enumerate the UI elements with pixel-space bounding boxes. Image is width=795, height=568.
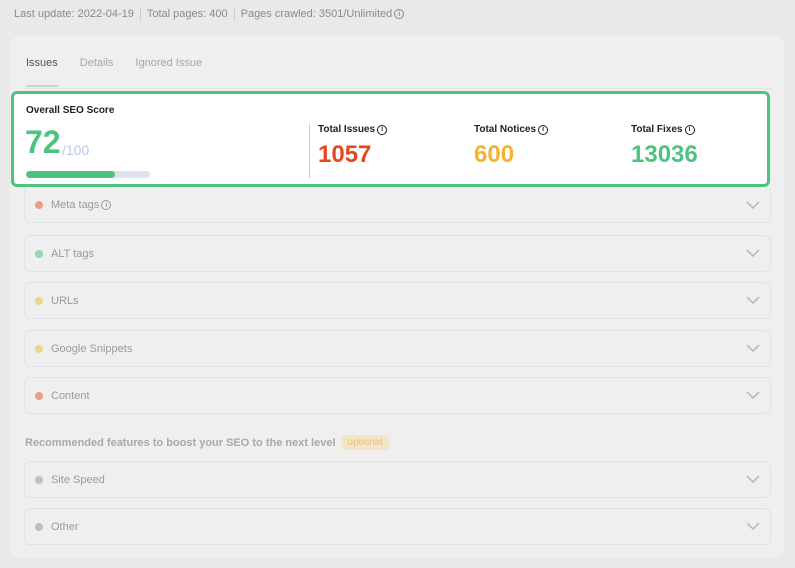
status-dot <box>35 391 43 400</box>
category-row-site-speed[interactable]: Site Speed <box>24 461 771 498</box>
chevron-down-icon[interactable] <box>746 521 760 531</box>
total-fixes-stat: Total Fixes i 13036 <box>631 124 698 169</box>
category-label: Meta tags <box>51 199 100 211</box>
chevron-down-icon[interactable] <box>746 295 760 305</box>
score-max: /100 <box>62 142 90 158</box>
meta-divider <box>139 7 141 21</box>
chevron-down-icon[interactable] <box>746 390 760 400</box>
total-fixes-value: 13036 <box>631 141 698 168</box>
status-dot <box>35 522 43 531</box>
last-update-text: Last update: 2022-04-19 <box>14 8 134 20</box>
meta-divider <box>233 7 235 21</box>
status-dot <box>35 296 43 305</box>
info-icon[interactable]: i <box>101 200 112 210</box>
total-notices-stat: Total Notices i 600 <box>474 124 549 169</box>
audit-tabs: Issues Details Ignored Issue <box>26 57 224 87</box>
info-icon[interactable]: i <box>394 9 405 19</box>
score-progress-bar <box>26 171 150 178</box>
info-icon[interactable]: i <box>684 124 695 135</box>
status-dot <box>35 475 43 484</box>
category-label: Site Speed <box>51 473 105 486</box>
pages-crawled-text: Pages crawled: 3501/Unlimited <box>240 8 393 20</box>
info-icon[interactable]: i <box>377 124 388 135</box>
tab-issues[interactable]: Issues <box>26 57 58 87</box>
category-label: Other <box>51 520 79 533</box>
score-value: 72 <box>25 124 61 160</box>
seo-score-card: Overall SEO Score 72 /100 Total Issues i… <box>11 91 770 187</box>
category-row-alt-tags[interactable]: ALT tags <box>24 235 771 272</box>
recommended-title: Recommended features to boost your SEO t… <box>25 436 336 449</box>
total-issues-value: 1057 <box>318 141 372 168</box>
total-notices-value: 600 <box>474 141 515 168</box>
total-issues-label: Total Issues <box>318 124 376 135</box>
total-fixes-label: Total Fixes <box>631 124 683 135</box>
optional-badge: optional <box>341 435 389 450</box>
category-row-other[interactable]: Other <box>24 508 771 545</box>
info-icon[interactable]: i <box>538 124 549 135</box>
chevron-down-icon[interactable] <box>746 200 760 210</box>
category-row-content[interactable]: Content <box>24 377 771 414</box>
total-notices-label: Total Notices <box>474 124 537 135</box>
score-progress-fill <box>26 171 116 178</box>
status-dot <box>35 344 43 353</box>
chevron-down-icon[interactable] <box>746 248 760 258</box>
total-pages-text: Total pages: 400 <box>146 8 228 20</box>
category-row-google-snippets[interactable]: Google Snippets <box>24 330 771 367</box>
chevron-down-icon[interactable] <box>746 343 760 353</box>
category-row-urls[interactable]: URLs <box>24 282 771 319</box>
crawl-meta-bar: Last update: 2022-04-19 Total pages: 400… <box>14 7 405 21</box>
category-label: URLs <box>51 294 79 307</box>
chevron-down-icon[interactable] <box>746 474 760 484</box>
tab-ignored-issue[interactable]: Ignored Issue <box>135 57 202 85</box>
category-row-meta-tags[interactable]: Meta tags i <box>24 188 771 223</box>
recommended-section-title: Recommended features to boost your SEO t… <box>25 435 389 450</box>
category-label: Google Snippets <box>51 342 133 355</box>
tabs-underline <box>24 88 772 89</box>
status-dot <box>35 249 43 258</box>
category-label: ALT tags <box>51 247 95 260</box>
status-dot <box>35 201 43 209</box>
score-title: Overall SEO Score <box>26 105 115 116</box>
score-divider <box>309 124 310 178</box>
total-issues-stat: Total Issues i 1057 <box>318 124 388 169</box>
tab-details[interactable]: Details <box>80 57 114 85</box>
category-label: Content <box>51 389 90 402</box>
